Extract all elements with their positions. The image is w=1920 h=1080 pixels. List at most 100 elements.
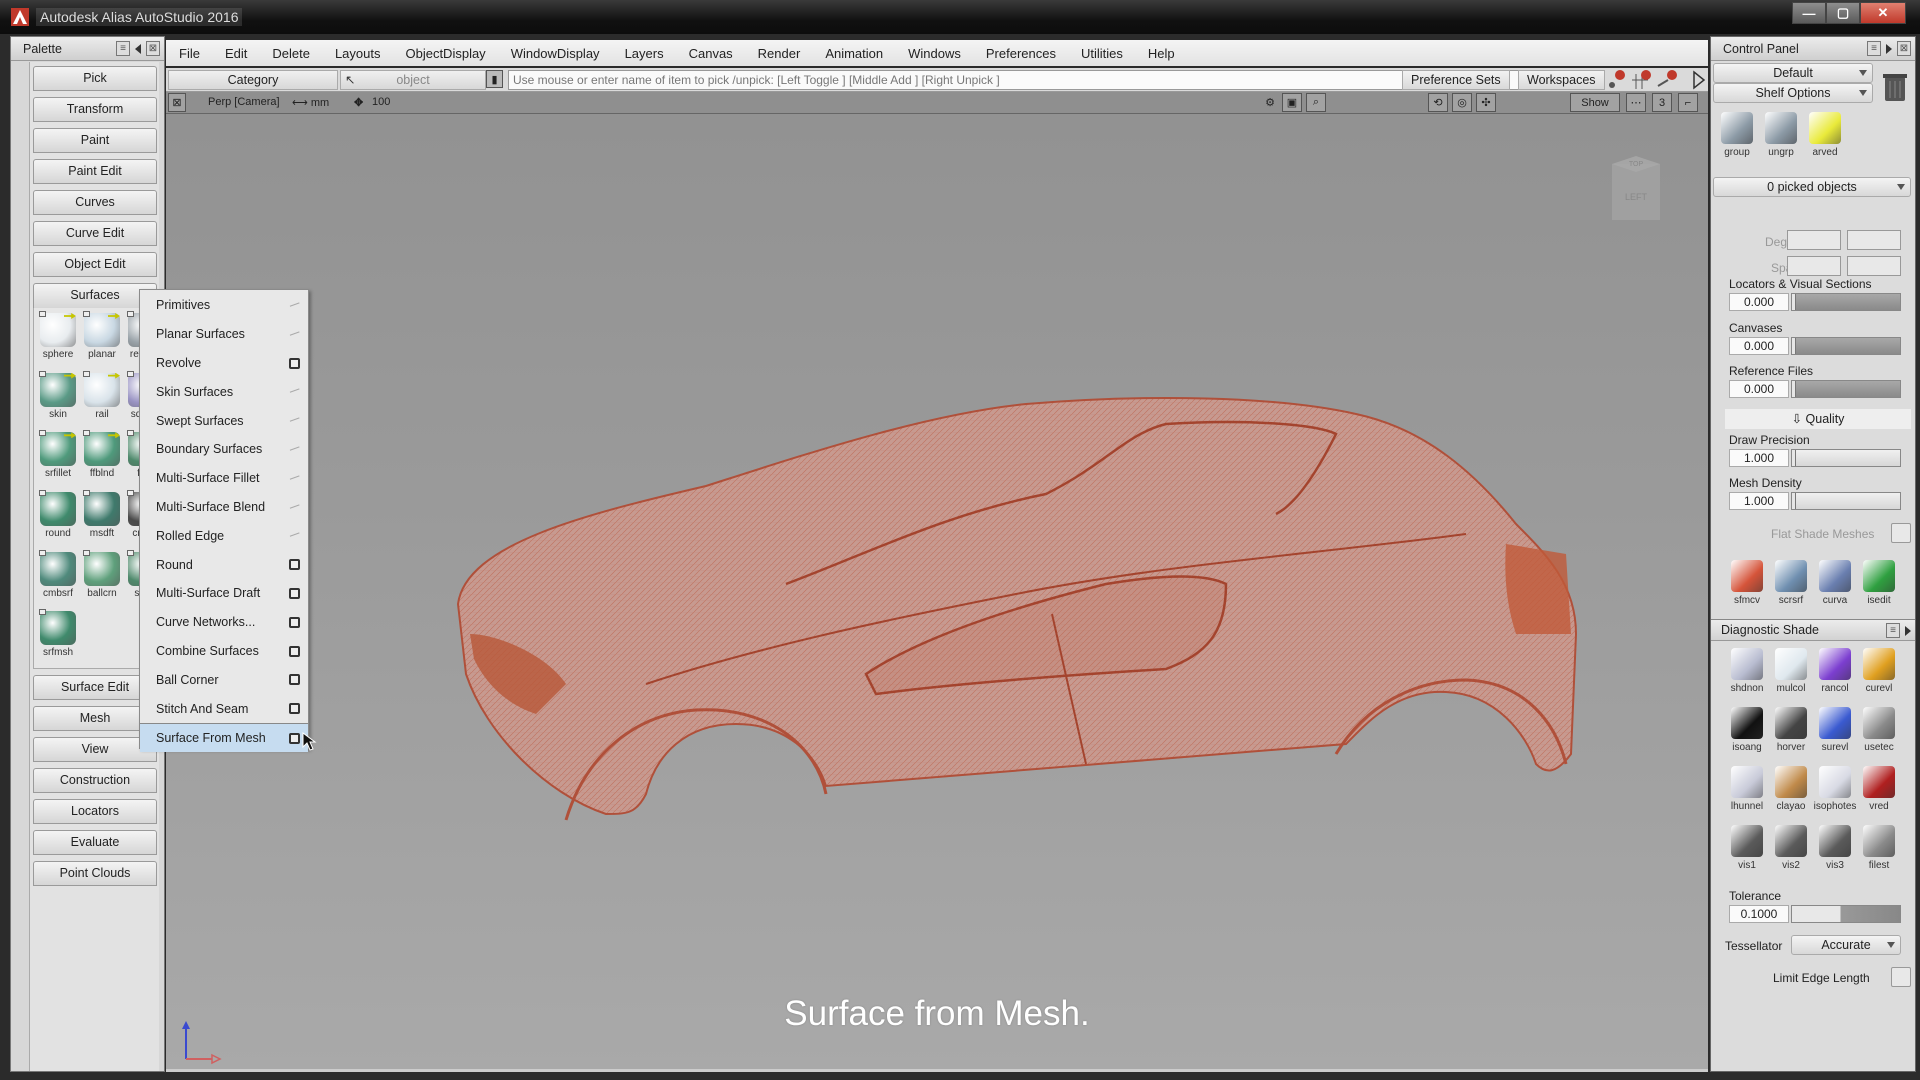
tessellator-dropdown[interactable]: Accurate: [1791, 935, 1901, 955]
shelf-tool-group[interactable]: group: [1715, 109, 1759, 164]
option-box-icon[interactable]: [289, 559, 300, 571]
canvases-value[interactable]: 0.000: [1729, 337, 1789, 355]
palette-tab-curve-edit[interactable]: Curve Edit: [33, 221, 157, 246]
menu-delete[interactable]: Delete: [259, 46, 322, 61]
diagnostic-tool-surevl[interactable]: surevl: [1813, 704, 1857, 759]
diagnostic-tool-mulcol[interactable]: mulcol: [1769, 645, 1813, 700]
menu-item-surface-from-mesh[interactable]: Surface From Mesh: [140, 722, 308, 752]
diagnostic-tool-shdnon[interactable]: shdnon: [1725, 645, 1769, 700]
3d-viewport[interactable]: TOP LEFT Surface from Mesh.: [166, 114, 1708, 1072]
option-box-icon[interactable]: [39, 609, 46, 616]
menu-preferences[interactable]: Preferences: [973, 46, 1068, 61]
option-box-icon[interactable]: [83, 489, 90, 496]
palette-tab-point-clouds[interactable]: Point Clouds: [33, 861, 157, 886]
preference-sets-button[interactable]: Preference Sets: [1402, 70, 1510, 90]
option-box-icon[interactable]: [289, 357, 300, 369]
degree-field-2[interactable]: [1847, 230, 1901, 250]
menu-list-icon[interactable]: ≡: [116, 41, 130, 56]
palette-tab-locators[interactable]: Locators: [33, 799, 157, 824]
flat-shade-meshes-checkbox[interactable]: [1891, 523, 1911, 543]
menu-render[interactable]: Render: [745, 46, 813, 61]
mesh-density-value[interactable]: 1.000: [1729, 492, 1789, 510]
degree-field-1[interactable]: [1787, 230, 1841, 250]
view-cube[interactable]: TOP LEFT: [1606, 154, 1666, 226]
palette-tab-evaluate[interactable]: Evaluate: [33, 830, 157, 855]
palette-tab-construction[interactable]: Construction: [33, 768, 157, 793]
menu-objectdisplay[interactable]: ObjectDisplay: [392, 46, 497, 61]
maximize-view-icon[interactable]: ⌐: [1678, 93, 1698, 112]
draw-precision-slider[interactable]: [1791, 449, 1901, 467]
menu-layouts[interactable]: Layouts: [322, 46, 393, 61]
menu-list-icon[interactable]: ≡: [1886, 623, 1900, 638]
option-box-icon[interactable]: [127, 430, 134, 437]
layout-number[interactable]: 3: [1652, 93, 1672, 112]
move-view-icon[interactable]: ✣: [1476, 93, 1496, 112]
menu-edit[interactable]: Edit: [212, 46, 259, 61]
shelf-tool-ungrp[interactable]: ungrp: [1759, 109, 1803, 164]
menu-item-multi-surface-draft[interactable]: Multi-Surface Draft: [140, 579, 308, 608]
minimize-button[interactable]: —: [1792, 2, 1826, 24]
surface-tool-sphere[interactable]: sphere: [36, 310, 80, 365]
category-field[interactable]: Category: [168, 70, 338, 90]
option-box-icon[interactable]: [127, 549, 134, 556]
close-panel-icon[interactable]: ⊠: [146, 41, 160, 56]
menu-layers[interactable]: Layers: [612, 46, 676, 61]
menu-item-revolve[interactable]: Revolve: [140, 349, 308, 378]
menu-item-ball-corner[interactable]: Ball Corner: [140, 665, 308, 694]
expand-right-icon[interactable]: [1886, 43, 1892, 54]
option-box-icon[interactable]: [83, 430, 90, 437]
surface-tool-round[interactable]: round: [36, 489, 80, 544]
spans-field-2[interactable]: [1847, 256, 1901, 276]
quality-tool-scrsrf[interactable]: scrsrf: [1769, 557, 1813, 612]
diagnostic-tool-curevl[interactable]: curevl: [1857, 645, 1901, 700]
look-at-icon[interactable]: ◎: [1452, 93, 1472, 112]
quality-tool-curva[interactable]: curva: [1813, 557, 1857, 612]
option-box-icon[interactable]: [39, 370, 46, 377]
object-field[interactable]: ↖ object: [340, 70, 486, 90]
picked-objects-dropdown[interactable]: 0 picked objects: [1713, 177, 1911, 197]
palette-tab-curves[interactable]: Curves: [33, 190, 157, 215]
menu-canvas[interactable]: Canvas: [676, 46, 745, 61]
surface-tool-skin[interactable]: skin: [36, 370, 80, 425]
rotate-view-icon[interactable]: ⟲: [1428, 93, 1448, 112]
menu-item-swept-surfaces[interactable]: Swept Surfaces: [140, 406, 308, 435]
car-mesh-model[interactable]: [166, 114, 1708, 1072]
option-box-icon[interactable]: [289, 645, 300, 657]
close-button[interactable]: ✕: [1860, 2, 1906, 24]
menu-item-round[interactable]: Round: [140, 550, 308, 579]
pick-shortcut-icons[interactable]: [1606, 70, 1696, 90]
quality-section-toggle[interactable]: ⇩ Quality: [1725, 409, 1911, 429]
camera-icon[interactable]: ⚙: [1260, 93, 1280, 112]
mesh-density-slider[interactable]: [1791, 492, 1901, 510]
menu-item-skin-surfaces[interactable]: Skin Surfaces: [140, 377, 308, 406]
palette-tab-transform[interactable]: Transform: [33, 97, 157, 122]
menu-item-boundary-surfaces[interactable]: Boundary Surfaces: [140, 435, 308, 464]
canvases-slider[interactable]: [1791, 337, 1901, 355]
diagnostic-tool-vred[interactable]: vred: [1857, 763, 1901, 818]
diagnostic-tool-isophotes[interactable]: isophotes: [1813, 763, 1857, 818]
magnify-icon[interactable]: ⌕: [1306, 93, 1326, 112]
menu-windows[interactable]: Windows: [895, 46, 973, 61]
option-box-icon[interactable]: [39, 311, 46, 317]
menu-help[interactable]: Help: [1135, 46, 1187, 61]
preset-dropdown[interactable]: Default: [1713, 63, 1873, 83]
menu-file[interactable]: File: [166, 46, 212, 61]
menu-list-icon[interactable]: ≡: [1867, 41, 1881, 56]
menu-item-stitch-and-seam[interactable]: Stitch And Seam: [140, 694, 308, 723]
option-box-icon[interactable]: [39, 489, 46, 496]
surface-tool-ballcrn[interactable]: ballcrn: [80, 549, 124, 604]
menu-windowdisplay[interactable]: WindowDisplay: [498, 46, 612, 61]
option-box-icon[interactable]: [289, 732, 300, 744]
surface-tool-srfmsh[interactable]: srfmsh: [36, 608, 80, 663]
palette-tab-pick[interactable]: Pick: [33, 66, 157, 91]
quality-tool-isedit[interactable]: isedit: [1857, 557, 1901, 612]
option-box-icon[interactable]: [127, 489, 134, 496]
surface-tool-planar[interactable]: planar: [80, 310, 124, 365]
option-box-icon[interactable]: [83, 370, 90, 377]
tolerance-slider[interactable]: [1791, 905, 1901, 923]
close-window-icon[interactable]: ⊠: [168, 93, 186, 112]
option-box-icon[interactable]: [39, 430, 46, 437]
shelf-tool-arved[interactable]: arved: [1803, 109, 1847, 164]
diagnostic-tool-vis2[interactable]: vis2: [1769, 822, 1813, 877]
spans-field-1[interactable]: [1787, 256, 1841, 276]
